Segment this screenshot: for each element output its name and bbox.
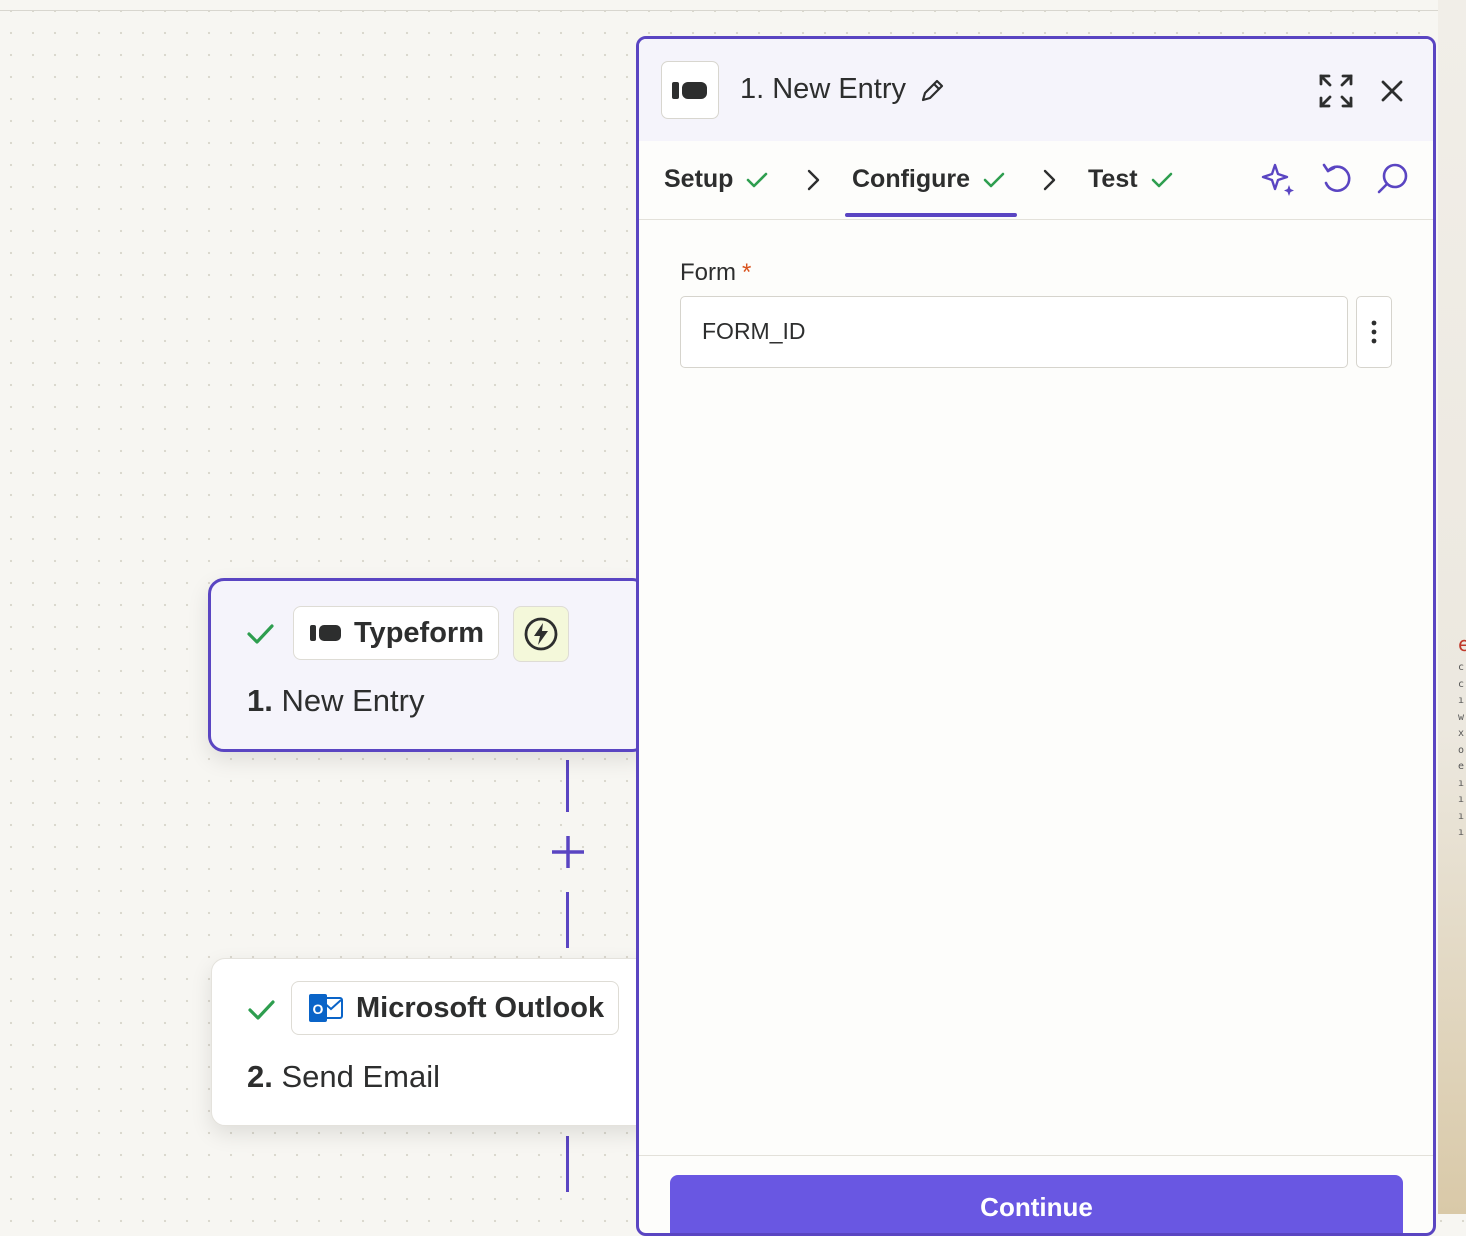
top-border xyxy=(0,0,1440,11)
search-icon[interactable] xyxy=(1375,161,1411,197)
step-title: 1. New Entry xyxy=(247,683,425,718)
pencil-icon[interactable] xyxy=(918,77,946,105)
connector-line xyxy=(566,760,569,812)
outlook-logo-icon: O xyxy=(308,991,344,1025)
more-options-icon[interactable] xyxy=(1356,296,1392,368)
check-icon xyxy=(247,624,274,644)
close-icon[interactable] xyxy=(1380,79,1404,103)
check-icon xyxy=(747,172,768,187)
ai-sparkle-icon[interactable] xyxy=(1261,161,1297,197)
form-select-input[interactable]: FORM_ID xyxy=(680,296,1348,368)
expand-icon[interactable] xyxy=(1318,73,1354,109)
lightning-bolt-icon xyxy=(513,606,569,662)
app-chip-outlook: O Microsoft Outlook xyxy=(291,981,620,1035)
active-tab-indicator xyxy=(845,213,1017,217)
plus-icon[interactable] xyxy=(548,832,588,872)
form-field-label: Form * xyxy=(680,259,752,286)
svg-text:O: O xyxy=(313,1001,324,1017)
app-name: Typeform xyxy=(354,616,484,649)
chevron-right-icon xyxy=(1043,169,1056,191)
check-icon xyxy=(1151,172,1172,187)
error-glyph: e xyxy=(1458,632,1466,656)
panel-title: 1. New Entry xyxy=(740,73,906,105)
connector-line xyxy=(566,892,569,948)
panel-header: 1. New Entry xyxy=(639,39,1433,141)
step-card-trigger[interactable]: Typeform 1. New Entry xyxy=(208,578,648,752)
step-title: 2. Send Email xyxy=(247,1059,441,1094)
background-window-edge: e c c ı w x o e ı ı ı ı xyxy=(1438,0,1466,1214)
check-icon xyxy=(983,172,1005,187)
check-icon xyxy=(248,1000,275,1020)
step-editor-panel: 1. New Entry Setup Configure Test Form *… xyxy=(636,36,1436,1236)
tab-test[interactable]: Test xyxy=(1088,165,1174,194)
continue-button[interactable]: Continue xyxy=(670,1175,1403,1233)
app-name: Microsoft Outlook xyxy=(356,991,605,1024)
tab-configure[interactable]: Configure xyxy=(852,165,1006,194)
tab-setup[interactable]: Setup xyxy=(664,165,769,194)
connector-line xyxy=(566,1136,569,1192)
log-text: c c ı w x o e ı ı ı ı xyxy=(1458,662,1465,838)
app-chip-typeform: Typeform xyxy=(293,606,499,660)
chevron-right-icon xyxy=(807,169,820,191)
typeform-logo-icon xyxy=(661,61,719,119)
typeform-logo-icon xyxy=(310,622,342,644)
panel-footer-divider xyxy=(639,1155,1433,1156)
required-marker: * xyxy=(742,259,752,286)
undo-icon[interactable] xyxy=(1319,161,1355,197)
step-card-action[interactable]: O Microsoft Outlook 2. Send Email xyxy=(211,958,651,1126)
